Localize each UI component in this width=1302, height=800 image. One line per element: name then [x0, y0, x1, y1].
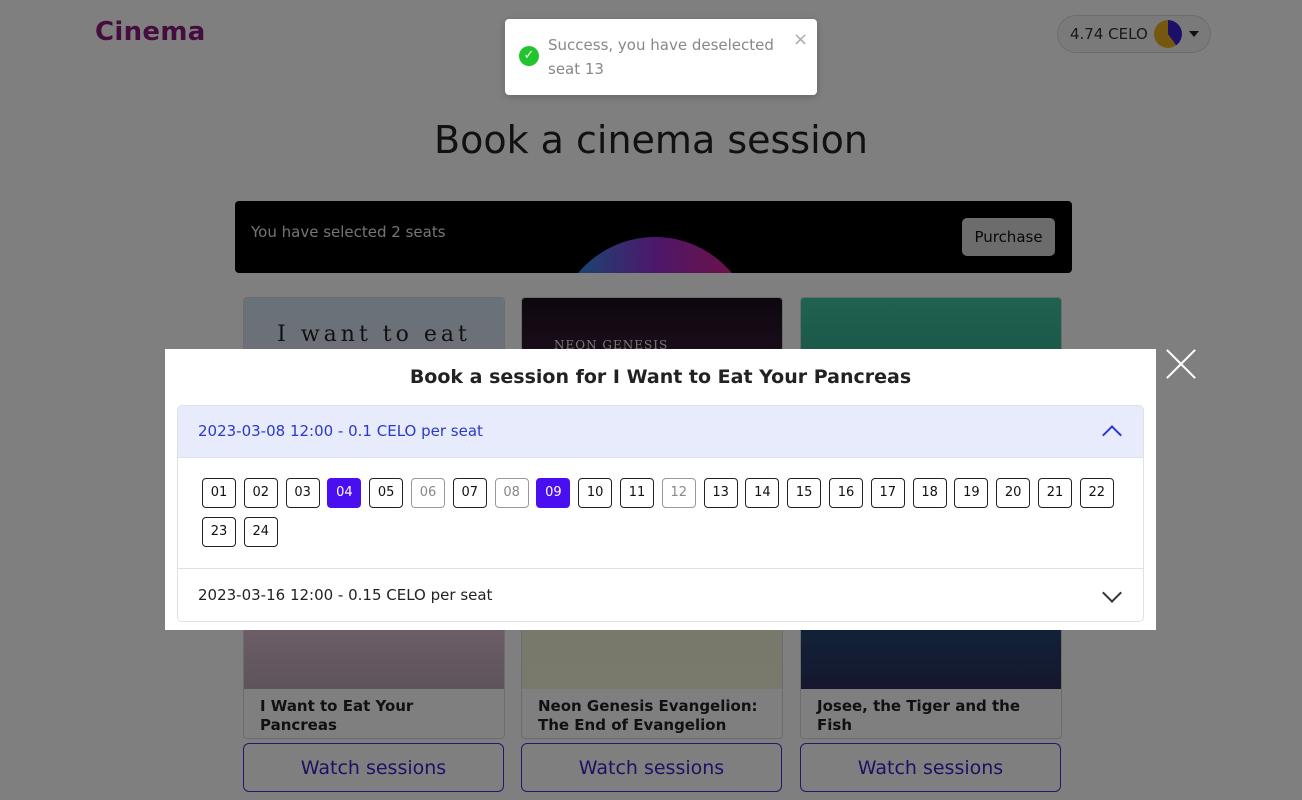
- seat-button[interactable]: 12: [661, 478, 696, 508]
- session-header-expanded[interactable]: 2023-03-08 12:00 - 0.1 CELO per seat: [178, 406, 1143, 458]
- seat-button[interactable]: 16: [829, 478, 863, 508]
- seat-button[interactable]: 13: [703, 478, 738, 508]
- seat-button[interactable]: 07: [452, 478, 487, 508]
- seat-button[interactable]: 01: [202, 478, 236, 508]
- seat-button[interactable]: 14: [745, 478, 780, 508]
- check-circle-icon: ✓: [519, 46, 539, 66]
- seat-button[interactable]: 02: [243, 478, 278, 508]
- seat-button[interactable]: 05: [369, 478, 404, 508]
- modal-title: Book a session for I Want to Eat Your Pa…: [409, 366, 912, 388]
- seat-button[interactable]: 06: [411, 478, 445, 508]
- seat-button[interactable]: 11: [620, 478, 654, 508]
- seat-button[interactable]: 09: [536, 478, 571, 508]
- seat-button[interactable]: 03: [285, 478, 320, 508]
- seat-button[interactable]: 08: [494, 478, 529, 508]
- session-label: 2023-03-08 12:00 - 0.1 CELO per seat: [198, 422, 483, 440]
- seat-button[interactable]: 15: [787, 478, 822, 508]
- close-icon[interactable]: ×: [793, 29, 808, 50]
- seat-button[interactable]: 19: [954, 478, 989, 508]
- seat-button[interactable]: 20: [996, 478, 1031, 508]
- seat-button[interactable]: 24: [243, 517, 278, 547]
- seat-button[interactable]: 22: [1079, 478, 1114, 508]
- chevron-up-icon: [1102, 425, 1122, 445]
- chevron-down-icon: [1102, 583, 1122, 603]
- seat-button[interactable]: 18: [912, 478, 947, 508]
- session-label: 2023-03-16 12:00 - 0.15 CELO per seat: [198, 586, 493, 604]
- seat-button[interactable]: 04: [327, 478, 362, 508]
- seat-button[interactable]: 21: [1038, 478, 1072, 508]
- seat-button[interactable]: 23: [202, 517, 236, 547]
- seat-grid: 01 02 03 04 05 06 07 08 09 10 11 12 13 14 15 16 17 18 19 20…: [178, 458, 1143, 569]
- booking-modal: Book a session for I Want to Eat Your Pa…: [165, 349, 1156, 630]
- sessions-accordion: 2023-03-08 12:00 - 0.1 CELO per seat 01 0…: [177, 405, 1144, 622]
- modal-close-button[interactable]: [1162, 344, 1200, 382]
- seat-button[interactable]: 17: [870, 478, 905, 508]
- success-toast: ✓ Success, you have deselected seat 13 ×: [505, 19, 817, 95]
- session-header-collapsed[interactable]: 2023-03-16 12:00 - 0.15 CELO per seat: [178, 570, 1143, 621]
- toast-message: Success, you have deselected seat 13: [548, 36, 774, 78]
- seat-button[interactable]: 10: [578, 478, 613, 508]
